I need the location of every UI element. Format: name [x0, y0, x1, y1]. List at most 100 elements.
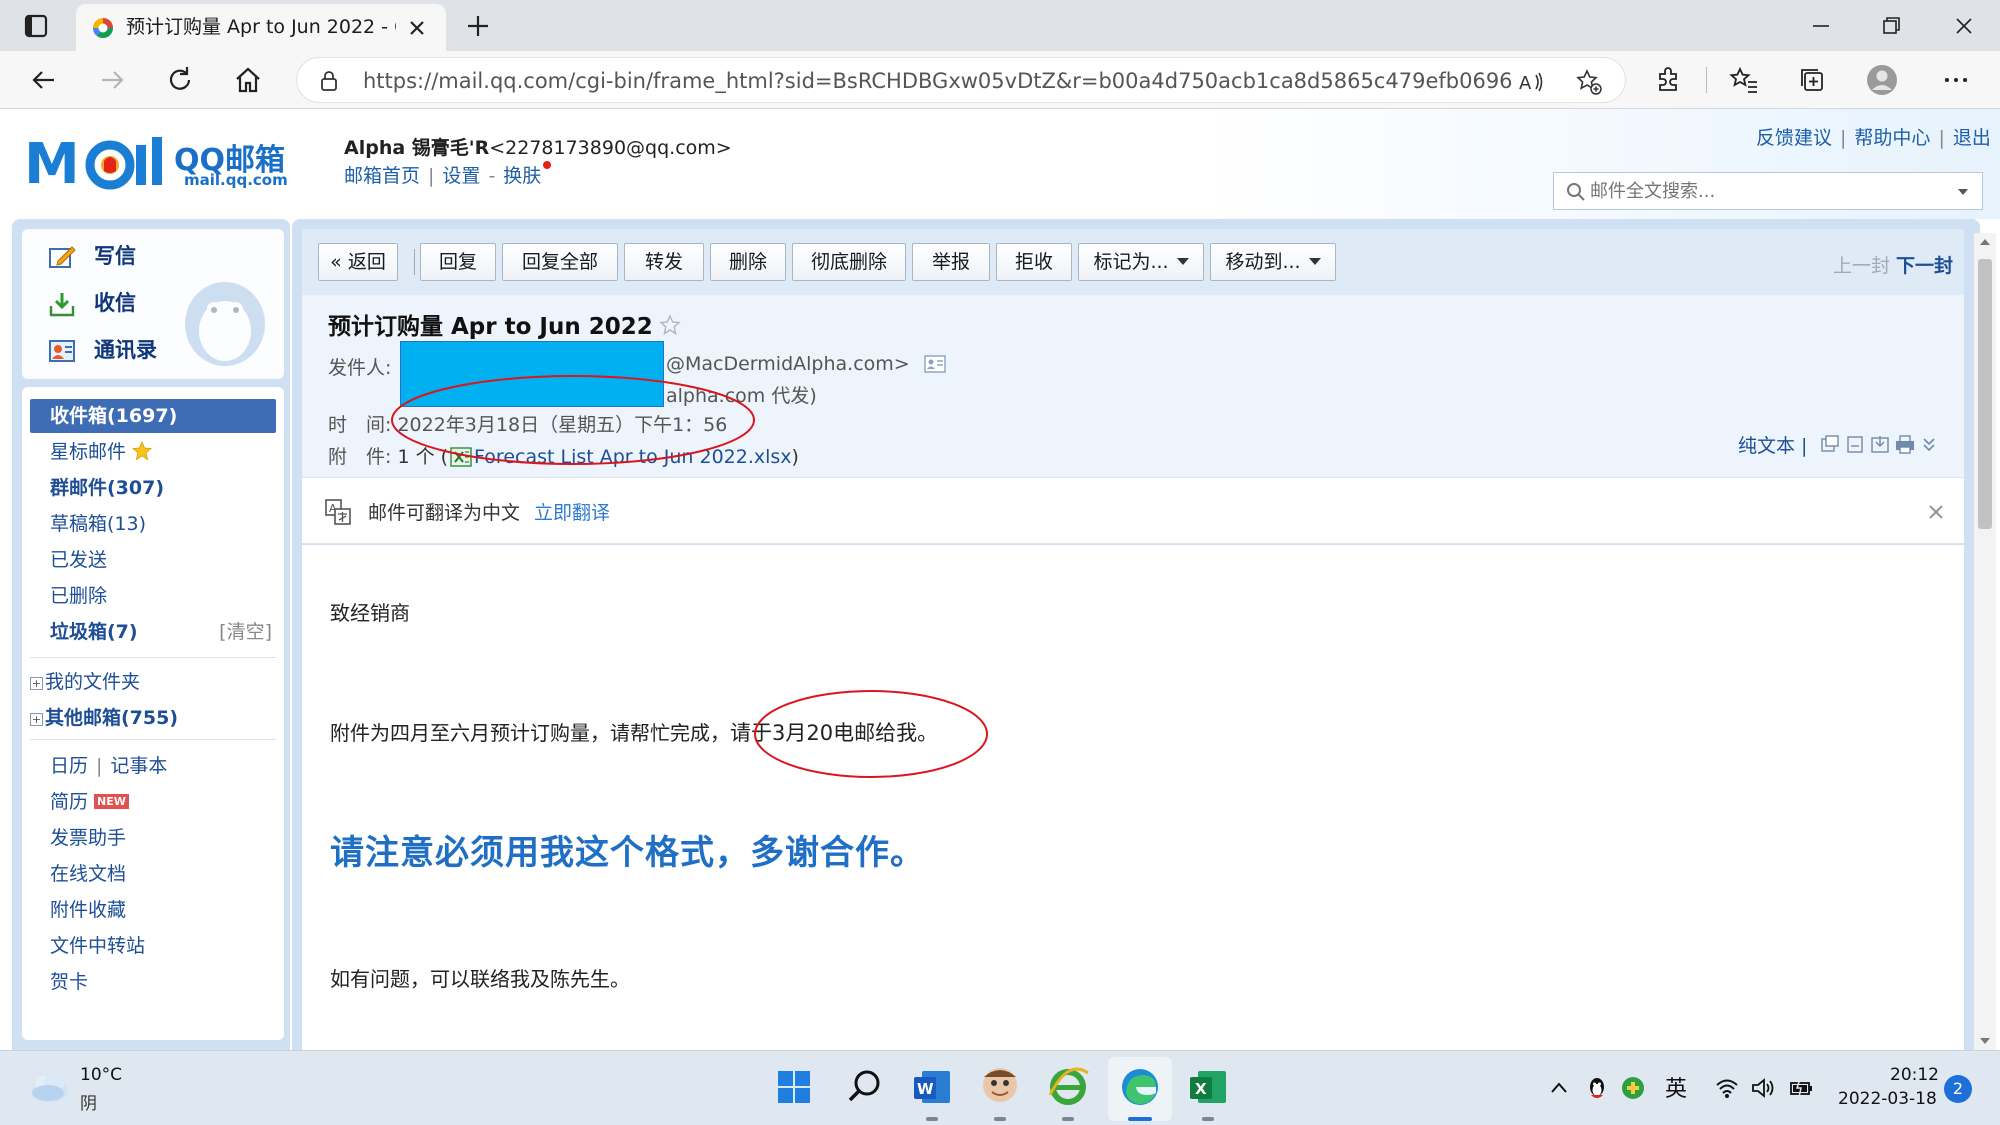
forward-arrow-icon[interactable] [96, 64, 128, 96]
back-arrow-icon[interactable] [28, 64, 60, 96]
reply-all-button[interactable]: 回复全部 [502, 243, 618, 281]
folder-sent[interactable]: 已发送 [30, 543, 276, 577]
attachment-favorites-link[interactable]: 附件收藏 [50, 895, 126, 922]
report-button[interactable]: 举报 [912, 243, 990, 281]
restore-icon[interactable] [1875, 10, 1907, 42]
reject-button[interactable]: 拒收 [996, 243, 1072, 281]
word-app-icon[interactable]: W [908, 1063, 956, 1121]
chevron-up-icon[interactable] [1546, 1075, 1572, 1101]
forward-button[interactable]: 转发 [624, 243, 704, 281]
close-tab-icon[interactable] [406, 17, 428, 39]
back-button[interactable]: « 返回 [318, 243, 398, 281]
search-taskbar-icon[interactable] [840, 1063, 888, 1111]
home-icon[interactable] [232, 64, 264, 96]
empty-spam-link[interactable]: [清空] [219, 615, 272, 649]
feedback-link[interactable]: 反馈建议 [1756, 127, 1832, 149]
contact-card-icon[interactable] [924, 355, 946, 373]
new-tab-icon[interactable] [462, 10, 494, 42]
start-icon[interactable] [770, 1063, 818, 1111]
clock-date[interactable]: 2022-03-18 [1838, 1089, 1937, 1109]
scroll-thumb[interactable] [1978, 259, 1992, 529]
mail-search-box[interactable] [1553, 172, 1983, 210]
close-icon[interactable] [1926, 502, 1946, 522]
cloudy-weather-icon[interactable] [28, 1069, 70, 1105]
excel-app-icon[interactable]: X [1184, 1063, 1232, 1121]
url-text[interactable]: https://mail.qq.com/cgi-bin/frame_html?s… [363, 58, 1513, 104]
translate-now-link[interactable]: 立即翻译 [534, 502, 610, 524]
mail-header: M QQ邮箱 mail.qq.com Alpha 锡膏毛'R<227817389… [0, 109, 2000, 219]
logout-link[interactable]: 退出 [1953, 127, 1991, 149]
qq-tray-icon[interactable] [1584, 1075, 1610, 1101]
folder-deleted[interactable]: 已删除 [30, 579, 276, 613]
star-outline-icon[interactable] [659, 314, 681, 336]
delete-permanently-button[interactable]: 彻底删除 [792, 243, 906, 281]
search-input[interactable] [1590, 173, 1930, 209]
minimize-icon[interactable] [1805, 10, 1837, 42]
collections-icon[interactable] [1796, 64, 1828, 96]
folder-group-mail[interactable]: 群邮件(307) [30, 471, 276, 505]
search-icon[interactable] [1566, 182, 1586, 202]
expand-plus-icon[interactable]: + [30, 677, 43, 690]
attachment-label: 附 件: [328, 446, 392, 468]
greeting-cards-link[interactable]: 贺卡 [50, 967, 88, 994]
invoice-helper-link[interactable]: 发票助手 [50, 823, 126, 850]
next-mail-link[interactable]: 下一封 [1896, 251, 1953, 278]
delete-button[interactable]: 删除 [710, 243, 786, 281]
notes-link[interactable]: 记事本 [110, 755, 167, 777]
resume-link[interactable]: 简历 NEW [50, 787, 129, 814]
page-scrollbar[interactable] [1974, 233, 1996, 1050]
folder-drafts[interactable]: 草稿箱(13) [30, 507, 276, 541]
volume-icon[interactable] [1750, 1075, 1776, 1101]
input-method-indicator[interactable]: 英 [1665, 1071, 1687, 1103]
qq-mail-logo[interactable]: M QQ邮箱 mail.qq.com [24, 131, 324, 195]
svg-text:X: X [1195, 1080, 1207, 1098]
scroll-down-icon[interactable] [1978, 1036, 1992, 1046]
add-favorite-icon[interactable] [1575, 68, 1603, 96]
wifi-icon[interactable] [1714, 1075, 1740, 1101]
favorites-icon[interactable] [1728, 64, 1760, 96]
mark-as-dropdown[interactable]: 标记为... [1078, 243, 1204, 281]
security-tray-icon[interactable] [1620, 1075, 1646, 1101]
browser-nav-bar: https://mail.qq.com/cgi-bin/frame_html?s… [0, 51, 2000, 109]
my-folders-node[interactable]: + 我的文件夹 [30, 667, 140, 694]
move-to-dropdown[interactable]: 移动到... [1210, 243, 1336, 281]
mailbox-home-link[interactable]: 邮箱首页 [344, 165, 420, 187]
online-docs-link[interactable]: 在线文档 [50, 859, 126, 886]
edge-browser-icon[interactable] [1116, 1063, 1164, 1121]
folder-inbox[interactable]: 收件箱(1697) [30, 399, 276, 433]
previous-mail-link[interactable]: 上一封 [1833, 251, 1890, 278]
profile-avatar-icon[interactable] [1866, 64, 1898, 96]
folder-spam[interactable]: 垃圾箱(7) [清空] [30, 615, 276, 649]
notification-badge[interactable]: 2 [1944, 1075, 1972, 1103]
reply-button[interactable]: 回复 [420, 243, 496, 281]
search-dropdown-icon[interactable] [1956, 187, 1970, 197]
extensions-icon[interactable] [1652, 64, 1684, 96]
save-icon [1871, 436, 1889, 453]
address-bar[interactable]: https://mail.qq.com/cgi-bin/frame_html?s… [296, 57, 1626, 103]
body-contact-line: 如有问题，可以联络我及陈先生。 [330, 967, 630, 991]
refresh-icon[interactable] [164, 64, 196, 96]
browser-tab[interactable]: 预计订购量 Apr to Jun 2022 - QQ [76, 4, 446, 51]
lock-icon[interactable] [317, 69, 341, 93]
calendar-link[interactable]: 日历 [50, 755, 88, 777]
folder-starred[interactable]: 星标邮件 [30, 435, 276, 469]
other-mailboxes-node[interactable]: + 其他邮箱(755) [30, 703, 178, 730]
expand-plus-icon[interactable]: + [30, 713, 43, 726]
ie-browser-icon[interactable] [1044, 1063, 1092, 1121]
weather-temperature[interactable]: 10°C [80, 1065, 122, 1085]
close-window-icon[interactable] [1948, 10, 1980, 42]
battery-icon[interactable] [1788, 1075, 1814, 1101]
scroll-up-icon[interactable] [1978, 237, 1992, 247]
clock-time[interactable]: 20:12 [1890, 1065, 1939, 1085]
file-transfer-link[interactable]: 文件中转站 [50, 931, 145, 958]
annotation-circle-deadline [752, 688, 990, 780]
chat-app-icon[interactable] [976, 1063, 1024, 1121]
settings-link[interactable]: 设置 [442, 165, 480, 187]
tab-actions-icon[interactable] [18, 10, 54, 42]
read-aloud-icon[interactable]: A [1517, 68, 1545, 96]
change-skin-link[interactable]: 换肤 [503, 165, 541, 187]
plain-text-link[interactable]: 纯文本 | [1738, 431, 1807, 458]
weather-condition[interactable]: 阴 [80, 1089, 97, 1114]
more-options-icon[interactable] [1940, 64, 1972, 96]
help-center-link[interactable]: 帮助中心 [1854, 127, 1930, 149]
